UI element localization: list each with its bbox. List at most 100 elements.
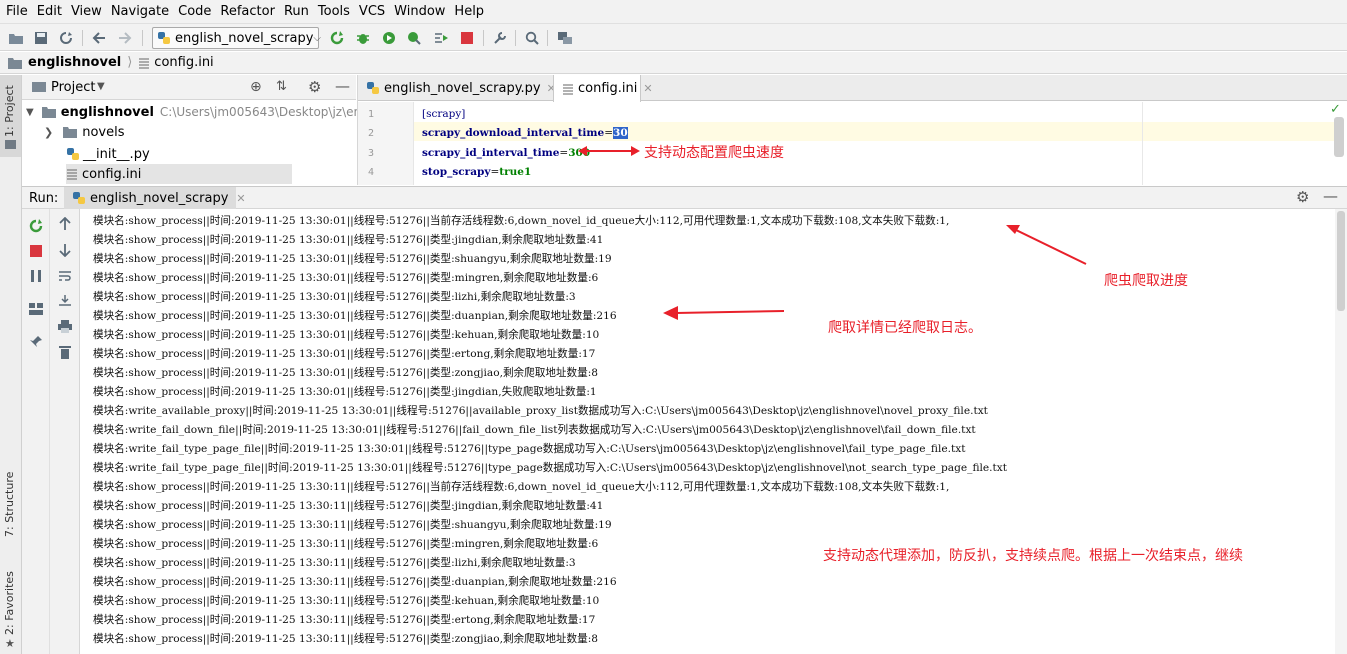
run-concurrency-icon[interactable]: [432, 29, 450, 47]
arrow-down-icon[interactable]: [56, 241, 74, 259]
pause-icon[interactable]: [27, 267, 45, 285]
tree-item-config-ini[interactable]: config.ini: [66, 164, 292, 184]
gear-icon[interactable]: ⚙: [308, 78, 321, 96]
menu-view[interactable]: View: [71, 4, 102, 19]
search-icon[interactable]: [523, 29, 541, 47]
tree-root-name: englishnovel: [60, 104, 154, 120]
project-tab-icon: [5, 140, 16, 149]
stop-icon[interactable]: [27, 242, 45, 260]
menu-tools[interactable]: Tools: [318, 4, 350, 19]
tree-item-novels[interactable]: ❯ novels: [44, 122, 125, 142]
console-scrollbar[interactable]: [1335, 209, 1347, 654]
menu-refactor[interactable]: Refactor: [220, 4, 275, 19]
wrench-icon[interactable]: [491, 29, 509, 47]
save-icon[interactable]: [32, 29, 50, 47]
annotation-progress-note: 爬虫爬取进度: [1104, 273, 1188, 289]
code-line-1[interactable]: [scrapy]: [422, 108, 465, 120]
chevron-down-icon[interactable]: ▼: [97, 81, 105, 92]
stop-icon[interactable]: [458, 29, 476, 47]
project-pane-header: Project ▼ ⊕ ⇅ ⚙ —: [22, 75, 356, 100]
breadcrumb-project[interactable]: englishnovel: [28, 55, 121, 70]
run-tools-primary: [22, 209, 50, 654]
console-line: 模块名:write_fail_type_page_file||时间:2019-1…: [93, 462, 1008, 474]
pin-icon[interactable]: [27, 333, 45, 351]
code-line-4[interactable]: stop_scrapy=true1: [422, 166, 531, 178]
tree-item-label: __init__.py: [83, 146, 150, 162]
code-line-2[interactable]: scrapy_download_interval_time=30: [422, 127, 628, 139]
right-margin-guide: [1142, 102, 1143, 185]
menu-vcs[interactable]: VCS: [359, 4, 385, 19]
menu-window[interactable]: Window: [394, 4, 445, 19]
star-icon: ★: [5, 637, 15, 650]
tab-english-novel-scrapy-py[interactable]: english_novel_scrapy.py ✕: [358, 75, 556, 101]
console-scrollbar-thumb[interactable]: [1337, 211, 1345, 311]
console-line: 模块名:show_process||时间:2019-11-25 13:30:11…: [93, 557, 576, 569]
run-configuration-select[interactable]: english_novel_scrapy ⌵: [152, 27, 321, 49]
debug-icon[interactable]: [354, 29, 372, 47]
folder-icon: [8, 57, 22, 69]
minimize-icon[interactable]: —: [1323, 187, 1338, 205]
forward-arrow-icon[interactable]: [116, 29, 134, 47]
rerun-icon[interactable]: [27, 217, 45, 235]
print-icon[interactable]: [56, 317, 74, 335]
line-number: 4: [368, 167, 375, 178]
open-folder-icon[interactable]: [7, 29, 25, 47]
close-icon[interactable]: ✕: [236, 192, 245, 205]
vcs-operations-icon[interactable]: [556, 29, 574, 47]
menu-code[interactable]: Code: [178, 4, 211, 19]
editor: english_novel_scrapy.py ✕ config.ini ✕ 1…: [357, 75, 1347, 185]
tab-label: config.ini: [578, 81, 638, 96]
structure-side-tab-label[interactable]: 7: Structure: [3, 472, 16, 537]
chevron-down-icon[interactable]: ▼: [26, 107, 34, 118]
project-pane: Project ▼ ⊕ ⇅ ⚙ — ▼ englishnovel C:\User…: [22, 75, 372, 185]
console-line: 模块名:show_process||时间:2019-11-25 13:30:01…: [93, 272, 599, 284]
layout-icon[interactable]: [27, 300, 45, 318]
tab-label: english_novel_scrapy.py: [384, 80, 541, 96]
project-pane-title[interactable]: Project: [51, 80, 95, 95]
tree-item-init-py[interactable]: __init__.py: [66, 144, 150, 164]
breadcrumb-file[interactable]: config.ini: [154, 55, 213, 70]
soft-wrap-icon[interactable]: [56, 267, 74, 285]
arrow-up-icon[interactable]: [56, 215, 74, 233]
python-icon: [157, 31, 171, 45]
chevron-down-icon: ⌵: [313, 32, 321, 44]
profile-icon[interactable]: [405, 29, 423, 47]
console-line: 模块名:show_process||时间:2019-11-25 13:30:01…: [93, 367, 599, 379]
console-line: 模块名:show_process||时间:2019-11-25 13:30:01…: [93, 234, 604, 246]
run-tab[interactable]: english_novel_scrapy ✕: [64, 187, 246, 209]
run-icon[interactable]: [328, 29, 346, 47]
editor-tabs: english_novel_scrapy.py ✕ config.ini ✕: [358, 75, 1347, 102]
breadcrumb-separator-icon: ⟩: [127, 55, 133, 70]
menu-edit[interactable]: Edit: [37, 4, 62, 19]
chevron-right-icon[interactable]: ❯: [44, 126, 53, 139]
project-side-tab-label[interactable]: 1: Project: [3, 85, 16, 137]
editor-scrollbar[interactable]: [1334, 117, 1344, 157]
gear-icon[interactable]: ⚙: [1296, 188, 1309, 206]
annotation-arrow-config: [578, 146, 640, 156]
favorites-side-tab-label[interactable]: 2: Favorites: [3, 571, 16, 635]
breadcrumb: englishnovel ⟩ config.ini: [0, 52, 1347, 74]
menu-file[interactable]: File: [6, 4, 28, 19]
menu-navigate[interactable]: Navigate: [111, 4, 169, 19]
console-line: 模块名:show_process||时间:2019-11-25 13:30:11…: [93, 481, 950, 493]
collapse-all-icon[interactable]: ⇅: [276, 79, 287, 94]
ini-sep: =: [559, 147, 569, 159]
back-arrow-icon[interactable]: [90, 29, 108, 47]
menu-run[interactable]: Run: [284, 4, 309, 19]
line-number: 2: [368, 128, 375, 139]
code-line-3[interactable]: scrapy_id_interval_time=300: [422, 147, 590, 159]
close-icon[interactable]: ✕: [643, 82, 652, 95]
coverage-icon[interactable]: [380, 29, 398, 47]
console-line: 模块名:write_fail_down_file||时间:2019-11-25 …: [93, 424, 976, 436]
locate-target-icon[interactable]: ⊕: [250, 79, 262, 95]
trash-icon[interactable]: [56, 343, 74, 361]
tab-config-ini[interactable]: config.ini ✕: [553, 75, 653, 102]
console-line: 模块名:show_process||时间:2019-11-25 13:30:01…: [93, 215, 950, 227]
line-number: 1: [368, 109, 375, 120]
sync-icon[interactable]: [57, 29, 75, 47]
minimize-icon[interactable]: —: [335, 77, 350, 95]
scroll-to-end-icon[interactable]: [56, 291, 74, 309]
tree-root[interactable]: ▼ englishnovel C:\Users\jm005643\Desktop…: [26, 102, 372, 122]
console-line: 模块名:show_process||时间:2019-11-25 13:30:11…: [93, 576, 617, 588]
menu-help[interactable]: Help: [454, 4, 484, 19]
